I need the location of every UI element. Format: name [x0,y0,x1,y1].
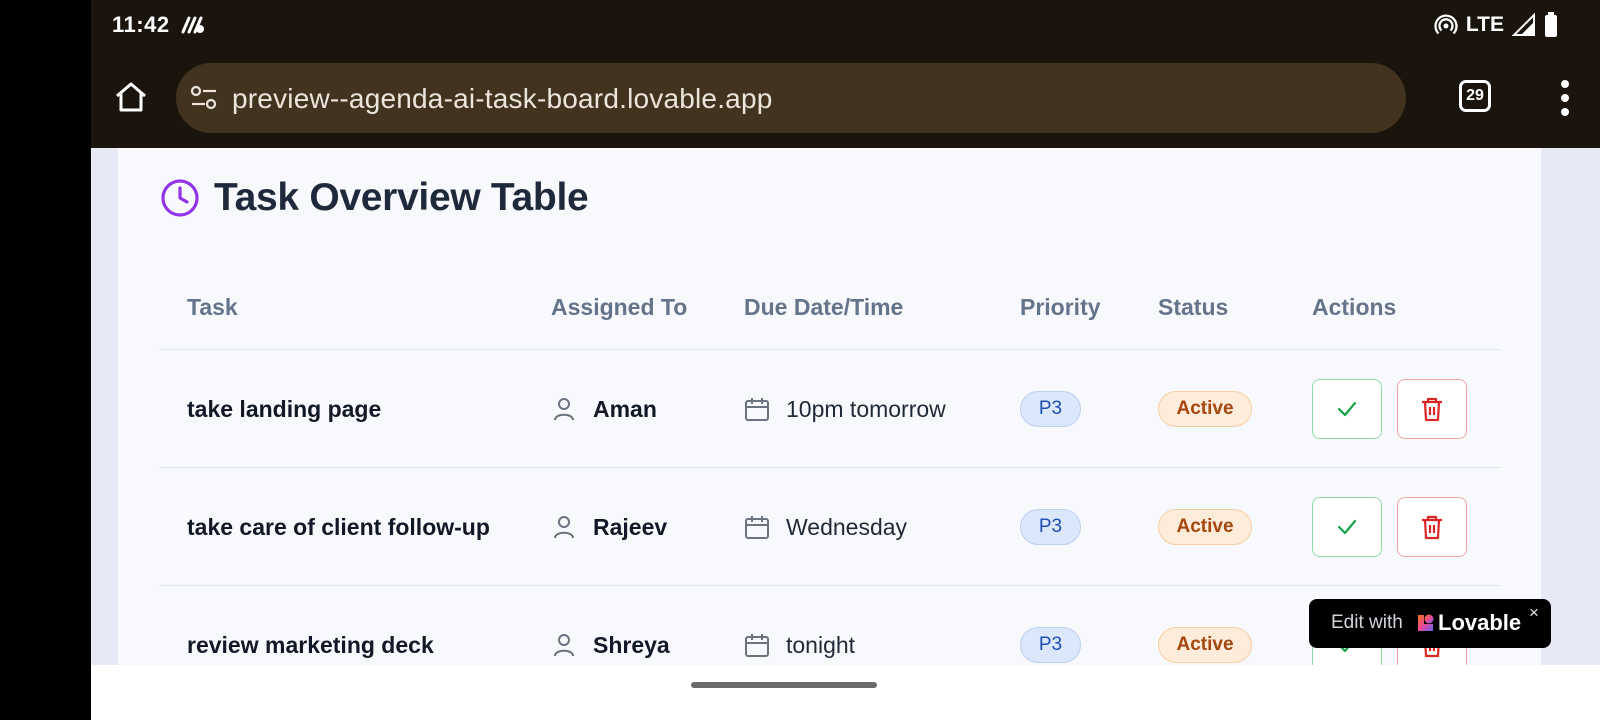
complete-task-button[interactable] [1312,379,1382,439]
assignee-name: Shreya [593,631,670,658]
column-header-priority: Priority [1020,294,1101,320]
badge-close-button[interactable]: × [1529,603,1539,623]
status-bar: 11:42 LTE [91,0,1600,50]
column-header-actions: Actions [1312,294,1397,320]
home-button[interactable] [111,77,151,117]
due-date: 10pm tomorrow [786,395,946,422]
signal-icon [1512,13,1535,36]
status-icons: LTE [1434,11,1558,39]
table-row: take landing page Aman 10pm tomorrow P3 … [159,350,1501,468]
battery-icon [1545,12,1557,37]
user-icon [554,398,574,421]
menu-dot [1561,108,1569,116]
tab-switcher-button[interactable]: 29 [1459,80,1491,112]
priority-badge: P3 [1020,391,1081,427]
network-type: LTE [1465,13,1504,36]
tab-count: 29 [1466,87,1484,104]
priority-badge: P3 [1020,509,1081,545]
home-icon [116,82,146,112]
user-icon [554,634,574,657]
home-gesture-handle[interactable] [691,682,877,688]
browser-menu-button[interactable] [1559,80,1571,116]
gesture-nav-bar [91,665,1600,720]
calendar-icon [745,634,769,657]
column-header-assigned-to: Assigned To [551,294,688,320]
check-icon [1337,519,1357,535]
edit-with-lovable-badge[interactable]: Edit with Lovable × [1309,599,1551,648]
browser-toolbar: preview--agenda-ai-task-board.lovable.ap… [91,50,1600,148]
priority-badge: P3 [1020,627,1081,663]
complete-task-button[interactable] [1312,497,1382,557]
badge-brand: Lovable [1438,610,1522,635]
menu-dot [1561,80,1569,88]
assignee-name: Rajeev [593,513,668,540]
status-time: 11:42 [112,12,170,37]
trash-icon [1422,397,1442,422]
task-name: review marketing deck [187,631,434,658]
check-icon [1337,401,1357,417]
delete-task-button[interactable] [1397,379,1467,439]
badge-edit-text: Edit with [1331,612,1403,633]
column-header-due-date: Due Date/Time [744,294,904,320]
menu-dot [1561,94,1569,102]
page-title: Task Overview Table [214,176,589,219]
url-text[interactable]: preview--agenda-ai-task-board.lovable.ap… [232,83,773,115]
status-badge: Active [1158,509,1252,545]
trash-icon [1422,515,1442,540]
notification-icon [181,16,204,34]
assignee-name: Aman [593,395,657,422]
status-badge: Active [1158,627,1252,663]
delete-task-button[interactable] [1397,497,1467,557]
table-header: Task Assigned To Due Date/Time Priority … [159,294,1501,350]
status-badge: Active [1158,391,1252,427]
due-date: tonight [786,631,856,658]
column-header-task: Task [187,294,238,320]
phone-screen: 11:42 LTE preview--agenda-ai-task-board.… [91,0,1600,720]
calendar-icon [745,398,769,421]
hotspot-icon [1434,14,1458,35]
column-header-status: Status [1158,294,1229,320]
task-name: take landing page [187,395,382,422]
clock-icon [161,179,199,217]
card-header: Task Overview Table [160,176,589,220]
user-icon [554,516,574,539]
site-settings-icon[interactable] [190,85,218,111]
address-bar[interactable]: preview--agenda-ai-task-board.lovable.ap… [176,63,1406,133]
lovable-logo-icon [1418,614,1434,631]
calendar-icon [745,516,769,539]
task-name: take care of client follow-up [187,513,490,540]
due-date: Wednesday [786,513,908,540]
table-row: take care of client follow-up Rajeev Wed… [159,468,1501,586]
